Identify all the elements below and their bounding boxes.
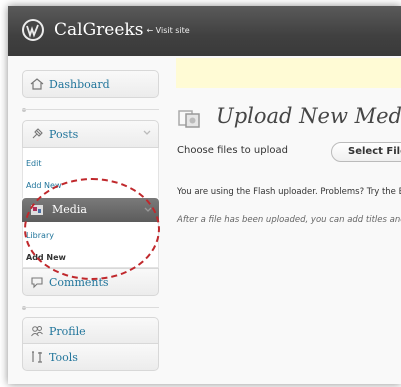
after-upload-hint: After a file has been uploaded, you can …	[177, 215, 401, 225]
menu-dashboard[interactable]: Dashboard	[22, 70, 159, 98]
chevron-down-icon[interactable]	[143, 204, 153, 214]
menu-tools[interactable]: Tools	[22, 343, 159, 371]
menu-posts-label: Posts	[49, 128, 79, 141]
menu-dashboard-label: Dashboard	[49, 78, 110, 91]
wordpress-logo-icon[interactable]	[21, 18, 45, 42]
menu-media[interactable]: Media	[22, 198, 159, 222]
chevron-down-icon[interactable]	[142, 127, 152, 137]
submenu-posts-edit[interactable]: Edit	[26, 159, 42, 168]
select-files-button[interactable]: Select Files	[331, 142, 401, 162]
flash-uploader-notice: You are using the Flash uploader. Proble…	[177, 187, 401, 197]
notice-bar	[176, 58, 401, 88]
admin-window: CalGreeks ← Visit site Dashboard Posts Ed…	[8, 6, 401, 384]
submenu-posts-add-new[interactable]: Add New	[26, 181, 61, 190]
admin-header: CalGreeks ← Visit site	[8, 6, 401, 56]
menu-tools-label: Tools	[49, 351, 78, 364]
posts-submenu	[22, 148, 159, 198]
menu-separator	[22, 307, 159, 308]
visit-site-link[interactable]: ← Visit site	[146, 26, 189, 35]
media-icon	[31, 205, 43, 215]
menu-media-label: Media	[52, 203, 87, 216]
menu-profile[interactable]: Profile	[22, 317, 159, 344]
menu-posts[interactable]: Posts	[22, 120, 159, 148]
menu-separator	[22, 109, 159, 110]
menu-comments[interactable]: Comments	[22, 268, 159, 296]
pin-icon	[32, 128, 43, 139]
comment-bubble-icon	[31, 277, 43, 289]
submenu-media-library[interactable]: Library	[26, 231, 54, 240]
submenu-media-add-new[interactable]: Add New	[26, 253, 66, 262]
choose-files-label: Choose files to upload	[177, 145, 288, 156]
site-title[interactable]: CalGreeks ← Visit site	[54, 20, 190, 40]
upload-media-icon	[178, 110, 200, 128]
menu-comments-label: Comments	[49, 276, 109, 289]
page-title: Upload New Media	[216, 104, 401, 128]
menu-profile-label: Profile	[49, 325, 86, 338]
dashboard-icon	[30, 78, 44, 90]
tools-icon	[32, 351, 42, 363]
users-icon	[31, 326, 43, 337]
